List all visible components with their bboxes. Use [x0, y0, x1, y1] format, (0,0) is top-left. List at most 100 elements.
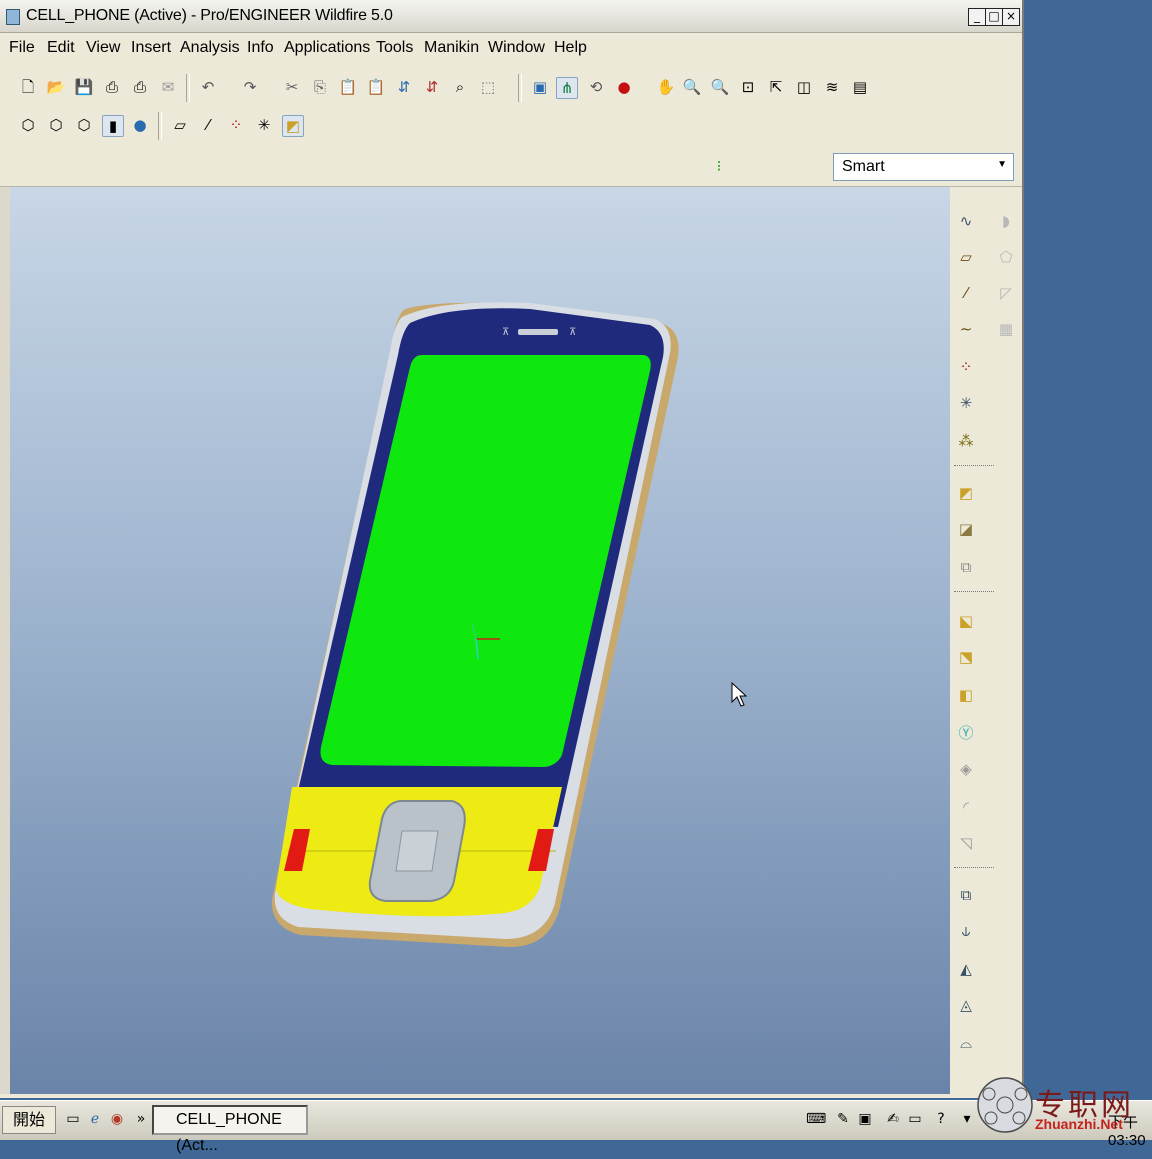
cut-icon[interactable]: ✂: [282, 77, 302, 97]
chamfer-icon[interactable]: ◹: [956, 833, 976, 853]
datum-tool-icon[interactable]: ⬠: [996, 247, 1016, 267]
datum-points-icon[interactable]: ⁘: [226, 115, 246, 135]
start-button[interactable]: 開始: [2, 1106, 56, 1134]
extrude-icon[interactable]: ⬕: [956, 611, 976, 631]
title-bar[interactable]: CELL_PHONE (Active) - Pro/ENGINEER Wildf…: [0, 0, 1022, 33]
refit-icon[interactable]: ⊡: [738, 77, 758, 97]
repaint-icon[interactable]: ▣: [530, 77, 550, 97]
appearance-icon[interactable]: ●: [614, 77, 634, 97]
note-icon[interactable]: ◪: [956, 519, 976, 539]
menu-applications[interactable]: Applications: [284, 39, 370, 57]
datum-axes-icon[interactable]: ⁄: [198, 115, 218, 135]
handwriting-icon[interactable]: ✍: [884, 1110, 902, 1128]
soccer-ball-icon: [977, 1077, 1033, 1133]
menu-tools[interactable]: Tools: [376, 39, 413, 57]
trim-icon[interactable]: ◬: [956, 995, 976, 1015]
window-title: CELL_PHONE (Active) - Pro/ENGINEER Wildf…: [26, 7, 393, 24]
regenerate-manager-icon[interactable]: ⇵: [422, 77, 442, 97]
view-manager-icon[interactable]: ⇱: [766, 77, 786, 97]
quicklaunch-expand-icon[interactable]: »: [132, 1110, 150, 1128]
no-hidden-icon[interactable]: ⬡: [74, 115, 94, 135]
keyboard-icon[interactable]: ⌨: [806, 1110, 826, 1128]
annotations-icon[interactable]: ◩: [282, 115, 304, 137]
zoom-out-icon[interactable]: 🔍: [710, 77, 730, 97]
hidden-line-icon[interactable]: ⬡: [46, 115, 66, 135]
menu-view[interactable]: View: [86, 39, 120, 57]
datum-curve-icon[interactable]: ∼: [956, 319, 976, 339]
copy-icon[interactable]: ⎘: [310, 77, 330, 97]
menu-window[interactable]: Window: [488, 39, 545, 57]
open-file-icon[interactable]: 📂: [46, 77, 66, 97]
spin-center-icon[interactable]: ⋔: [556, 77, 578, 99]
email-icon[interactable]: ✉: [158, 77, 178, 97]
task-cell-phone[interactable]: CELL_PHONE (Act...: [152, 1105, 308, 1154]
coordinate-systems-icon[interactable]: ✳: [254, 115, 274, 135]
model-tree-icon[interactable]: ▤: [850, 77, 870, 97]
pan-icon[interactable]: ✋: [656, 77, 676, 97]
internet-explorer-icon[interactable]: ℯ: [86, 1110, 104, 1128]
datum-axis-icon[interactable]: ⁄: [956, 283, 976, 303]
enhanced-realism-icon[interactable]: ●: [130, 115, 150, 135]
analysis-feature-icon[interactable]: ⁂: [956, 431, 976, 451]
revolve-icon[interactable]: ⬔: [956, 647, 976, 667]
part-icon[interactable]: ◗: [996, 211, 1016, 231]
sketch-datum-curve-icon[interactable]: ∿: [956, 211, 976, 231]
merge-icon[interactable]: ◭: [956, 959, 976, 979]
new-file-icon[interactable]: 🗋: [18, 77, 38, 97]
wireframe-icon[interactable]: ⬡: [18, 115, 38, 135]
media-player-icon[interactable]: ◉: [108, 1110, 126, 1128]
datum-plane-icon[interactable]: ▱: [956, 247, 976, 267]
offset-icon[interactable]: ⌓: [956, 1033, 976, 1053]
undo-icon[interactable]: ↶: [198, 77, 218, 97]
paste-special-icon[interactable]: 📋: [366, 77, 386, 97]
annotation-feature-icon[interactable]: ◩: [956, 483, 976, 503]
chevron-down-icon[interactable]: ▼: [997, 159, 1007, 170]
graphics-window[interactable]: ⊼ ⊼: [10, 187, 950, 1094]
layers-icon[interactable]: ≋: [822, 77, 842, 97]
minimize-button[interactable]: _: [968, 8, 986, 26]
mirror-icon[interactable]: ⫝: [956, 921, 976, 941]
print-icon[interactable]: ⎙: [102, 77, 122, 97]
boundary-blend-icon[interactable]: Ⓨ: [956, 723, 976, 743]
orient-icon[interactable]: ⟲: [586, 77, 606, 97]
menu-help[interactable]: Help: [554, 39, 587, 57]
menu-analysis[interactable]: Analysis: [180, 39, 240, 57]
round-icon[interactable]: ◜: [956, 797, 976, 817]
coordinate-system-icon[interactable]: ✳: [956, 393, 976, 413]
help-icon[interactable]: ?: [932, 1110, 950, 1128]
show-desktop-icon[interactable]: ▭: [64, 1110, 82, 1128]
traffic-light-icon: ⁝: [716, 157, 722, 175]
datum-planes-icon[interactable]: ▱: [170, 115, 190, 135]
print-preview-icon[interactable]: ⎙: [130, 77, 150, 97]
tray-window-icon[interactable]: ▭: [906, 1110, 924, 1128]
paste-icon[interactable]: 📋: [338, 77, 358, 97]
maximize-button[interactable]: □: [985, 8, 1003, 26]
toolbar-separator: [518, 74, 522, 102]
menu-file[interactable]: File: [9, 39, 35, 57]
menu-info[interactable]: Info: [247, 39, 274, 57]
zoom-in-icon[interactable]: 🔍: [682, 77, 702, 97]
saved-views-icon[interactable]: ◫: [794, 77, 814, 97]
select-box-icon[interactable]: ⬚: [478, 77, 498, 97]
datum-point-icon[interactable]: ⁘: [956, 357, 976, 377]
datum-tool-icon[interactable]: ◸: [996, 283, 1016, 303]
find-icon[interactable]: ⌕: [450, 77, 470, 97]
grid-icon[interactable]: ▦: [996, 319, 1016, 339]
menu-arrow-icon[interactable]: ▾: [958, 1110, 976, 1128]
redo-icon[interactable]: ↷: [240, 77, 260, 97]
ime-icon[interactable]: ▣: [856, 1110, 874, 1128]
left-sash[interactable]: [0, 187, 10, 1094]
menu-edit[interactable]: Edit: [47, 39, 75, 57]
close-button[interactable]: ×: [1002, 8, 1020, 26]
selection-filter-select[interactable]: Smart ▼: [833, 153, 1014, 181]
menu-manikin[interactable]: Manikin: [424, 39, 479, 57]
pattern-icon[interactable]: ⧉: [956, 885, 976, 905]
variable-section-sweep-icon[interactable]: ◧: [956, 685, 976, 705]
shaded-icon[interactable]: ▮: [102, 115, 124, 137]
save-icon[interactable]: 💾: [74, 77, 94, 97]
copy-geometry-icon[interactable]: ⧉: [956, 557, 976, 577]
menu-insert[interactable]: Insert: [131, 39, 171, 57]
pen-icon[interactable]: ✎: [834, 1110, 852, 1128]
hole-icon[interactable]: ◈: [956, 759, 976, 779]
regenerate-icon[interactable]: ⇵: [394, 77, 414, 97]
